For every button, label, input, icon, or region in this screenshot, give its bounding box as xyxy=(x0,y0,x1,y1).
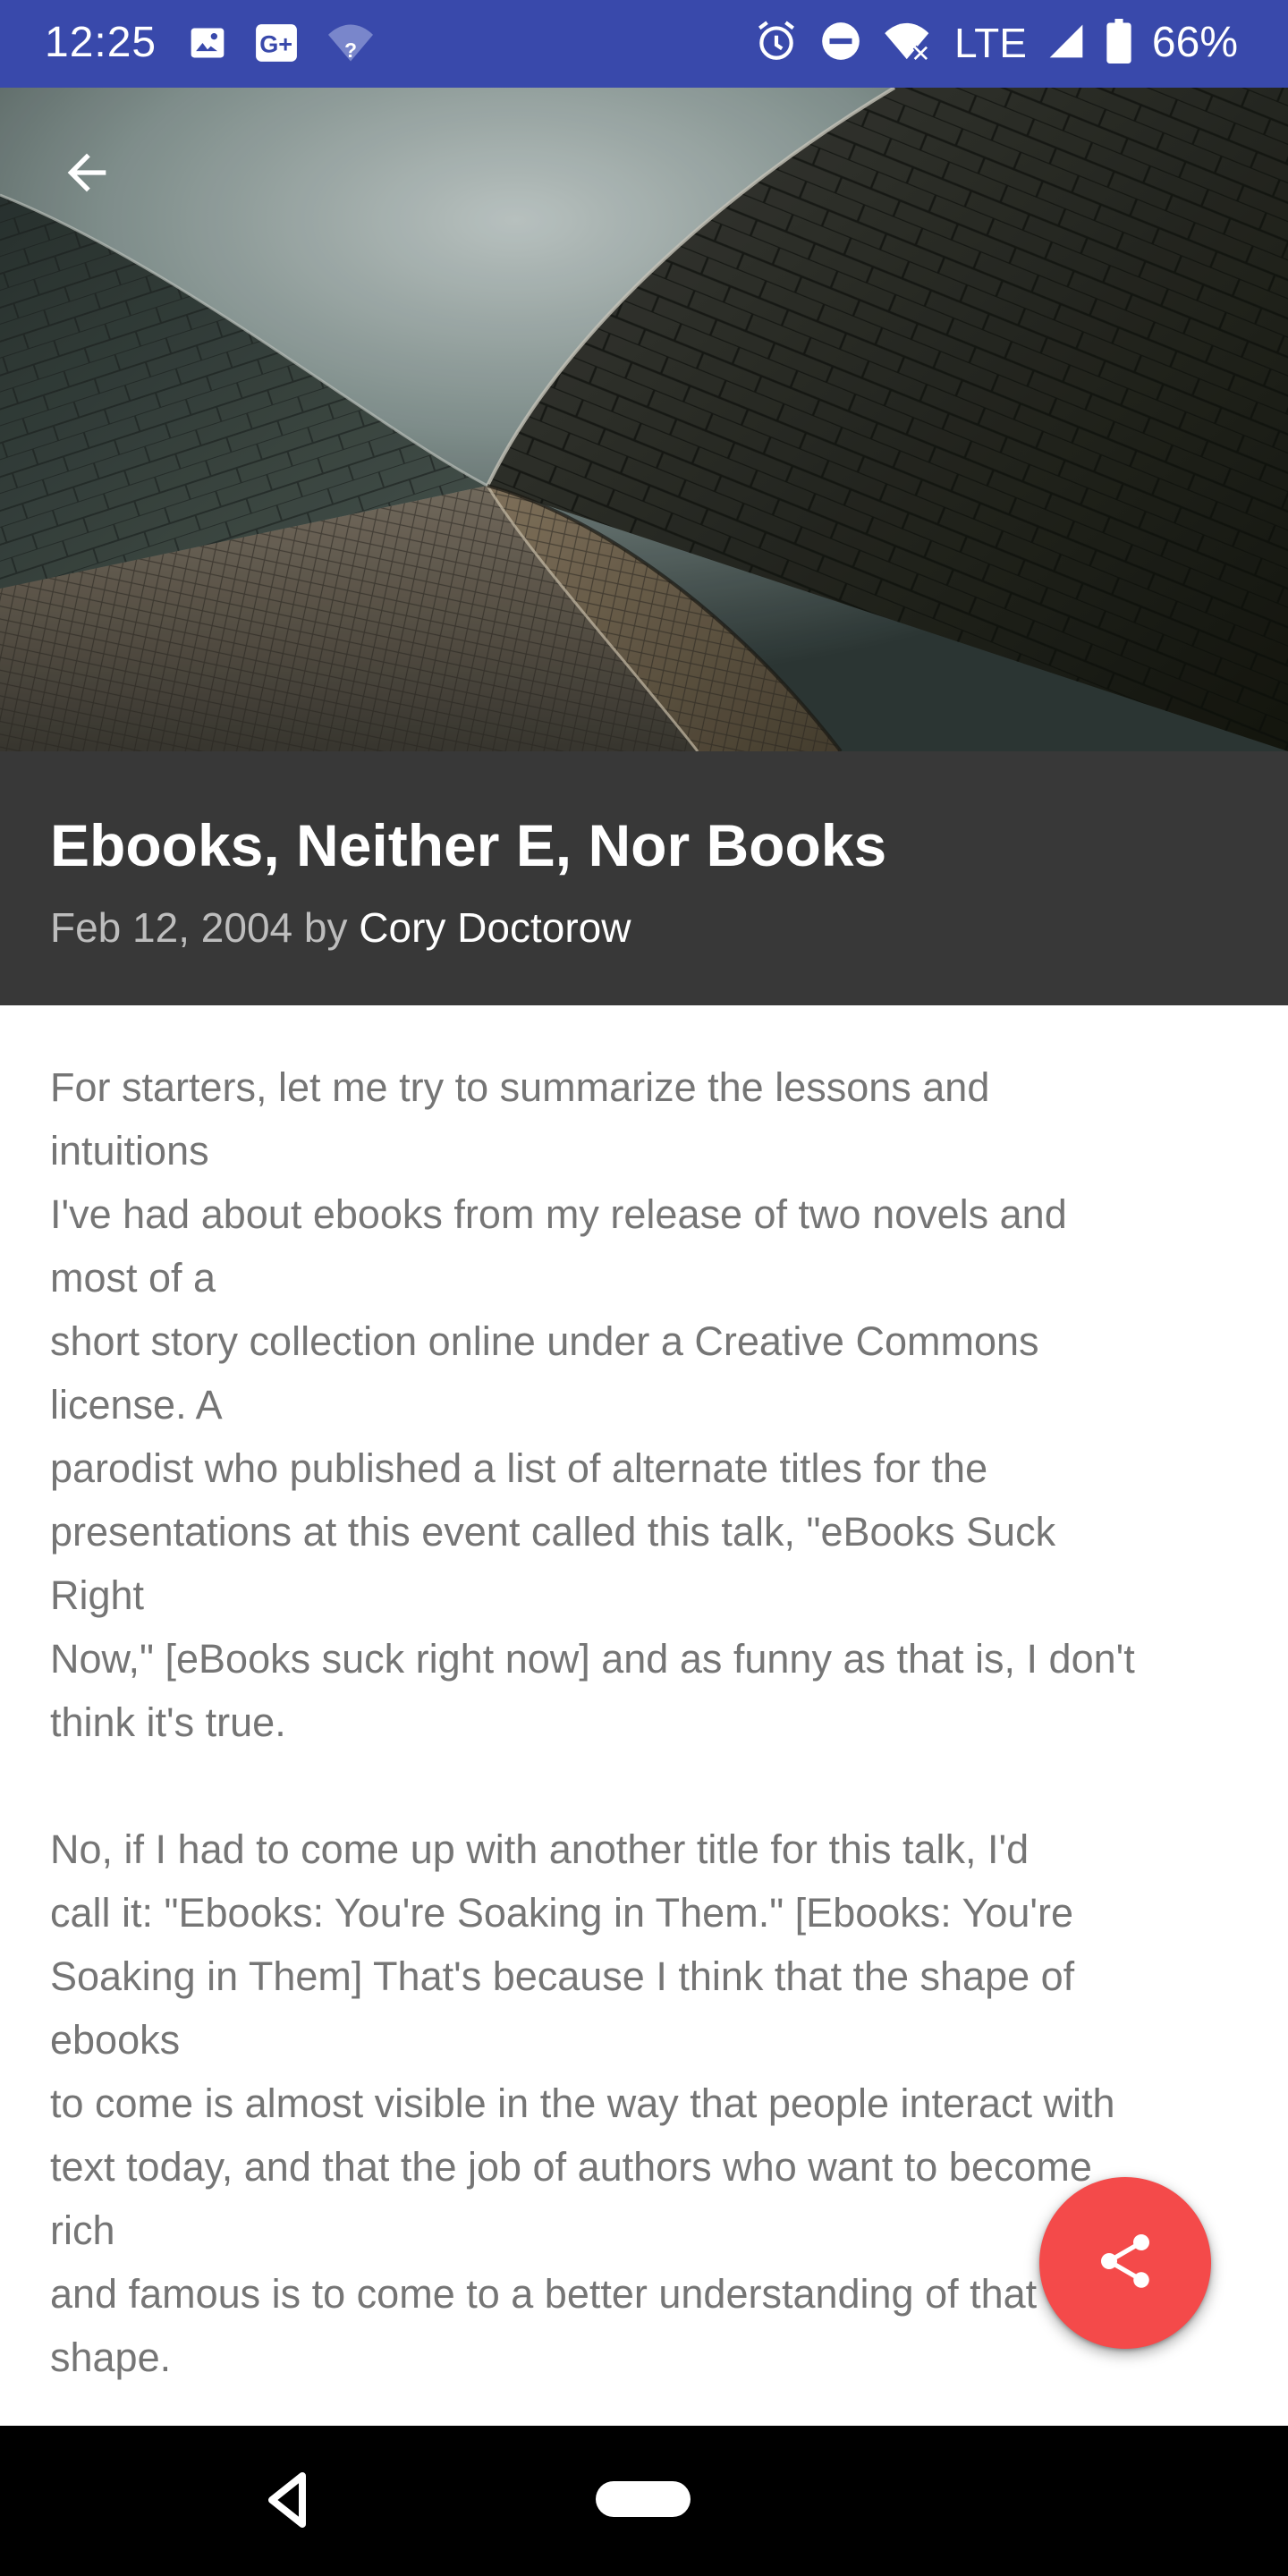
nav-back-icon[interactable] xyxy=(259,2467,313,2533)
body-line: most of a xyxy=(50,1255,216,1301)
status-bar: 12:25 G+ ? LTE 66% xyxy=(0,0,1288,88)
body-line: intuitions xyxy=(50,1128,209,1174)
body-line: to come is almost visible in the way tha… xyxy=(50,2080,1115,2126)
alarm-icon xyxy=(754,19,799,68)
network-type: LTE xyxy=(953,20,1027,66)
body-line: text today, and that the job of authors … xyxy=(50,2144,1092,2190)
body-line: Right xyxy=(50,1572,145,1618)
body-line: ebooks xyxy=(50,2017,181,2063)
status-time: 12:25 xyxy=(45,19,157,66)
share-icon xyxy=(1093,2229,1157,2298)
status-system-icons: LTE 66% xyxy=(754,16,1238,70)
article-by: by xyxy=(292,904,360,951)
cell-signal-icon xyxy=(1046,21,1086,65)
body-line: Now," [eBooks suck right now] and as fun… xyxy=(50,1636,1135,1682)
body-line: license. A xyxy=(50,1382,223,1428)
body-line: I've had about ebooks from my release of… xyxy=(50,1191,1067,1237)
body-line: For starters, let me try to summarize th… xyxy=(50,1064,990,1110)
wifi-calling-icon xyxy=(883,19,935,68)
wifi-unknown-icon: ? xyxy=(326,21,376,70)
arrow-back-icon xyxy=(58,144,115,206)
hero-image xyxy=(0,88,1288,751)
body-line: short story collection online under a Cr… xyxy=(50,1318,1039,1364)
share-button[interactable] xyxy=(1039,2177,1211,2349)
body-line: No, if I had to come up with another tit… xyxy=(50,1826,1030,1872)
body-line: shape. xyxy=(50,2334,172,2380)
article-date: Feb 12, 2004 xyxy=(50,904,293,951)
article-title: Ebooks, Neither E, Nor Books xyxy=(50,812,887,878)
body-line: think it's true. xyxy=(50,1699,286,1745)
article-meta: Feb 12, 2004 by Cory Doctorow xyxy=(50,898,631,957)
body-line: parodist who published a list of alterna… xyxy=(50,1445,988,1491)
battery-percentage: 66% xyxy=(1151,19,1238,66)
svg-text:G+: G+ xyxy=(259,30,292,57)
article-author-link[interactable]: Cory Doctorow xyxy=(359,904,631,951)
back-button[interactable] xyxy=(47,134,127,215)
battery-icon xyxy=(1106,18,1132,68)
article-body: For starters, let me try to summarize th… xyxy=(50,1055,1249,2389)
body-line: presentations at this event called this … xyxy=(50,1509,1056,1555)
body-line: Soaking in Them] That's because I think … xyxy=(50,1953,1075,1999)
svg-text:?: ? xyxy=(344,38,357,61)
status-notification-icons: G+ ? xyxy=(188,20,376,70)
google-plus-icon: G+ xyxy=(254,21,299,70)
body-line: call it: "Ebooks: You're Soaking in Them… xyxy=(50,1890,1074,1936)
image-icon xyxy=(188,23,227,67)
nav-home-pill[interactable] xyxy=(596,2481,691,2517)
do-not-disturb-icon xyxy=(818,19,863,68)
